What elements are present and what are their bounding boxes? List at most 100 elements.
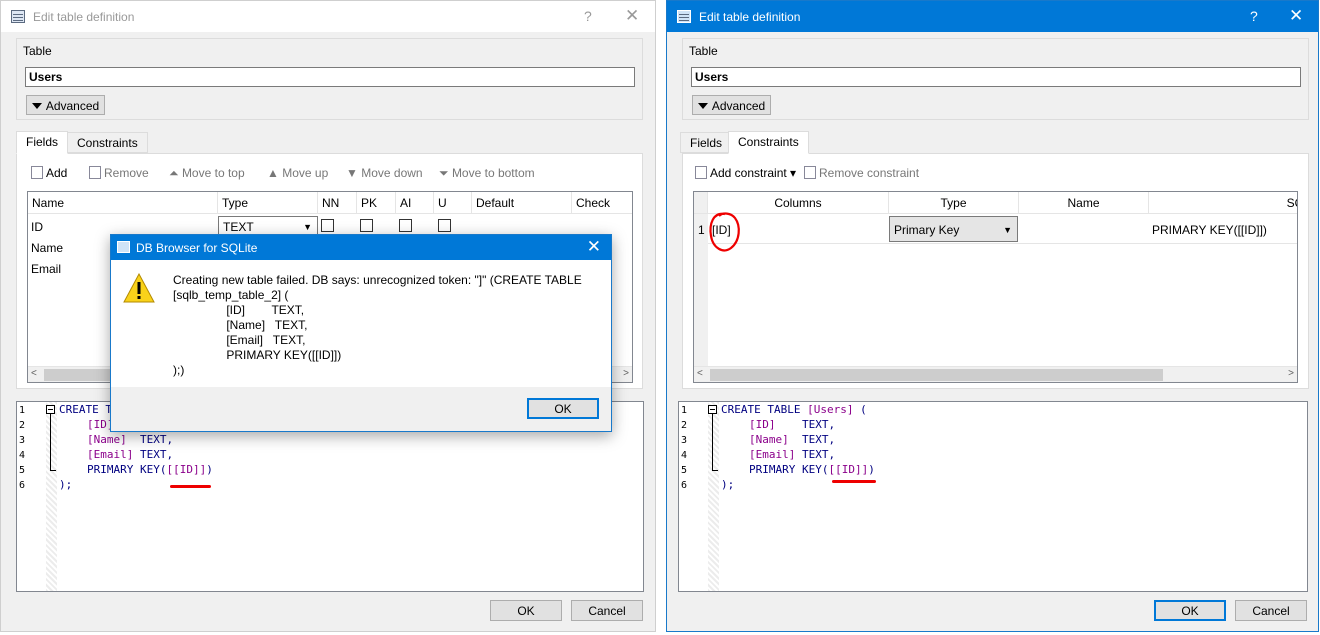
fold-marker-icon[interactable] [708,405,717,414]
move-up-button[interactable]: ▲ Move up [267,166,328,180]
row-header-strip [694,214,708,378]
tab-constraints[interactable]: Constraints [728,131,809,154]
constraint-sql-cell: PRIMARY KEY([[ID]]) [1152,223,1267,237]
row-number[interactable]: 1 [698,223,705,237]
close-icon[interactable]: ✕ [587,237,601,257]
advanced-button[interactable]: Advanced [26,95,105,115]
constraints-grid: Columns Type Name SQ 1 [ID] Primary Key▼… [693,191,1298,383]
move-to-bottom-button[interactable]: ⏷ Move to bottom [439,166,535,181]
dialog-title-bar[interactable]: DB Browser for SQLite ✕ [111,235,611,260]
code-line-4: [Email] TEXT, [749,448,836,461]
column-header-pk[interactable]: PK [357,192,396,214]
left-window-title: Edit table definition [33,10,135,24]
table-group: Table Users Advanced [682,38,1309,120]
chevron-down-icon: ▼ [303,222,312,232]
remove-icon [804,166,816,179]
column-header-ai[interactable]: AI [396,192,434,214]
table-label: Table [689,44,718,58]
table-group: Table Users Advanced [16,38,643,120]
remove-field-button[interactable]: Remove [89,166,149,180]
column-header-default[interactable]: Default [472,192,572,214]
cancel-button[interactable]: Cancel [1235,600,1307,621]
code-line-6: ); [721,478,735,491]
sql-editor[interactable]: 1 2 3 4 5 6 CREATE TABLE [Users] ( [ID] … [678,401,1308,592]
chevron-down-icon: ▼ [1003,225,1012,235]
app-icon [117,241,130,253]
close-icon[interactable]: ✕ [625,6,639,26]
advanced-button[interactable]: Advanced [692,95,771,115]
error-message: Creating new table failed. DB says: unre… [173,273,582,377]
tab-constraints[interactable]: Constraints [67,132,148,153]
add-icon [31,166,43,179]
table-icon [677,10,691,23]
table-label: Table [23,44,52,58]
code-line-1: CREATE TABLE [Users] ( [721,403,867,416]
nn-checkbox[interactable] [321,219,334,232]
help-icon[interactable]: ? [1250,8,1258,24]
code-line-6: ); [59,478,73,491]
red-circle-annotation [709,212,740,252]
scrollbar-thumb[interactable] [710,369,1163,381]
field-name-cell[interactable]: Name [31,241,63,255]
table-name-input[interactable]: Users [691,67,1301,87]
column-header-name[interactable]: Name [1019,192,1149,214]
right-window-title: Edit table definition [699,10,801,24]
table-icon [11,10,25,23]
scroll-right-icon[interactable]: > [623,368,629,379]
pk-checkbox[interactable] [360,219,373,232]
column-header-check[interactable]: Check [572,192,632,214]
dialog-footer: OK [111,387,611,431]
scroll-right-icon[interactable]: > [1288,368,1294,379]
table-name-input[interactable]: Users [25,67,635,87]
u-checkbox[interactable] [438,219,451,232]
code-line-4: [Email] TEXT, [87,448,174,461]
dialog-title: DB Browser for SQLite [136,241,258,255]
close-icon[interactable]: ✕ [1289,6,1303,26]
dialog-ok-button[interactable]: OK [527,398,599,419]
column-header-type[interactable]: Type [218,192,318,214]
red-underline-annotation [170,485,211,488]
move-down-button[interactable]: ▼ Move down [346,166,423,180]
cancel-button[interactable]: Cancel [571,600,643,621]
column-header-sql[interactable]: SQ [1149,192,1297,214]
move-to-top-button[interactable]: ⏶ Move to top [169,166,245,181]
field-name-cell[interactable]: ID [31,220,43,234]
column-header-name[interactable]: Name [28,192,218,214]
warning-icon [123,273,155,303]
code-line-3: [Name] TEXT, [87,433,174,446]
code-line-5: PRIMARY KEY([[ID]]) [749,463,875,476]
error-dialog: DB Browser for SQLite ✕ Creating new tab… [110,234,612,432]
ai-checkbox[interactable] [399,219,412,232]
code-line-2: [ID] TEXT, [749,418,836,431]
fold-marker-icon[interactable] [46,405,55,414]
add-icon [695,166,707,179]
triangle-down-icon [697,103,708,109]
tab-fields[interactable]: Fields [680,132,733,153]
triangle-down-icon [31,103,42,109]
tab-fields[interactable]: Fields [16,131,69,154]
ok-button[interactable]: OK [1154,600,1226,621]
right-edit-table-window: Edit table definition ? ✕ Table Users Ad… [666,0,1319,632]
line-number-margin: 1 2 3 4 5 6 [17,402,46,591]
column-header-nn[interactable]: NN [318,192,357,214]
code-line-5: PRIMARY KEY([[ID]]) [87,463,213,476]
help-icon[interactable]: ? [584,8,592,24]
right-title-bar[interactable]: Edit table definition ? ✕ [667,1,1318,32]
ok-button[interactable]: OK [490,600,562,621]
code-line-1: CREATE T [59,403,112,416]
add-field-button[interactable]: Add [31,166,67,180]
add-constraint-button[interactable]: Add constraint ▾ [695,166,796,180]
remove-constraint-button[interactable]: Remove constraint [804,166,919,180]
left-title-bar[interactable]: Edit table definition ? ✕ [1,1,655,32]
column-header-u[interactable]: U [434,192,472,214]
code-line-3: [Name] TEXT, [749,433,836,446]
field-name-cell[interactable]: Email [31,262,61,276]
red-underline-annotation [832,480,876,483]
scroll-left-icon[interactable]: < [31,368,37,379]
constraint-type-select[interactable]: Primary Key ▼ [889,216,1018,242]
column-header-type[interactable]: Type [889,192,1019,214]
horizontal-scrollbar[interactable]: < > [694,366,1297,382]
scroll-left-icon[interactable]: < [697,368,703,379]
row-header-corner [694,192,708,214]
constraints-pane: Add constraint ▾ Remove constraint Colum… [682,153,1309,389]
